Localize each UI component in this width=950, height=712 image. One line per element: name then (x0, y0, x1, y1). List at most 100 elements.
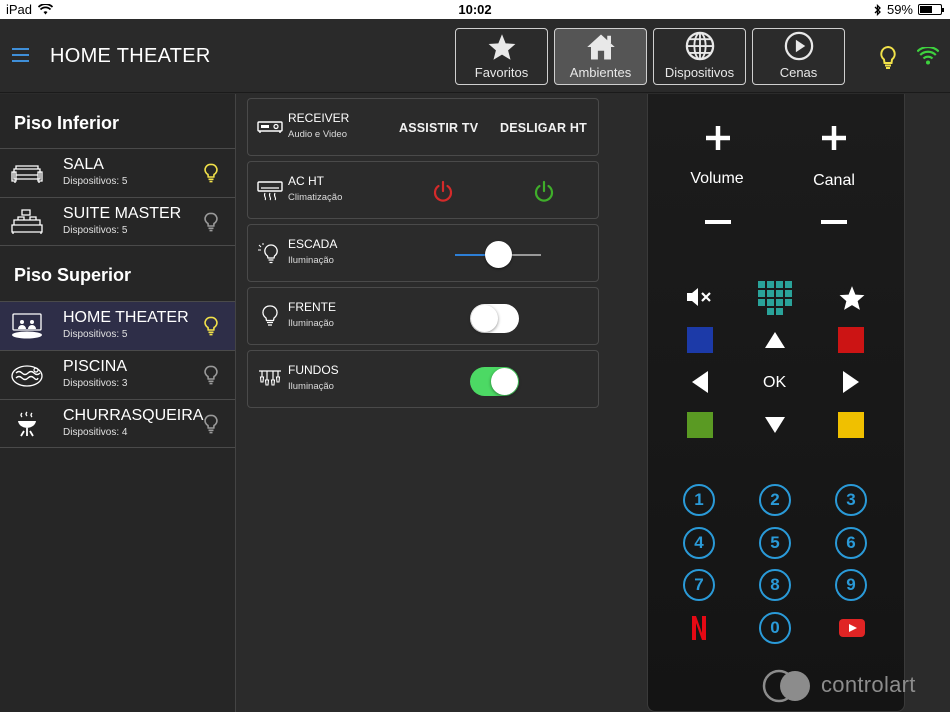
power-off-icon[interactable] (432, 180, 454, 204)
number-1-button[interactable]: 1 (683, 484, 715, 516)
power-on-icon[interactable] (533, 180, 555, 204)
number-8-button[interactable]: 8 (759, 569, 791, 601)
slider-knob[interactable] (485, 241, 512, 268)
room-item-suite-master[interactable]: SUITE MASTER Dispositivos: 5 (0, 197, 235, 246)
bluetooth-icon (874, 3, 881, 16)
arrow-left-icon[interactable] (691, 370, 709, 394)
nav-favoritos-button[interactable]: Favoritos (455, 28, 548, 85)
number-6-button[interactable]: 6 (835, 527, 867, 559)
volume-down-button[interactable] (705, 220, 731, 224)
chandelier-icon (259, 370, 281, 386)
desligar-ht-button[interactable]: DESLIGAR HT (500, 121, 587, 135)
nav-dispositivos-button[interactable]: Dispositivos (653, 28, 746, 85)
pool-icon (11, 365, 43, 387)
device-type: Audio e Video (288, 129, 347, 140)
netflix-icon[interactable] (690, 615, 708, 641)
arrow-right-icon[interactable] (842, 370, 860, 394)
fundos-toggle[interactable] (470, 367, 519, 396)
device-list: RECEIVER Audio e Video ASSISTIR TV DESLI… (247, 98, 599, 413)
home-icon (586, 34, 615, 60)
blue-button[interactable] (687, 327, 713, 353)
device-card-escada: ESCADA Iluminação (247, 224, 599, 282)
numpad-icon[interactable] (758, 281, 792, 315)
assistir-tv-button[interactable]: ASSISTIR TV (399, 121, 478, 135)
battery-icon (918, 4, 944, 15)
play-circle-icon (784, 31, 813, 61)
lightbulb-off-icon[interactable] (204, 365, 218, 385)
ok-button[interactable]: OK (763, 374, 786, 392)
remote-control: Volume Canal OK 1 2 3 4 5 6 7 8 9 0 cont… (647, 94, 915, 712)
nav-label: Dispositivos (664, 65, 735, 80)
lightbulb-on-icon[interactable] (204, 316, 218, 336)
room-name: HOME THEATER (63, 309, 189, 326)
frente-toggle[interactable] (470, 304, 519, 333)
volume-label: Volume (690, 170, 744, 187)
dimmer-bulb-icon (258, 243, 278, 264)
number-7-button[interactable]: 7 (683, 569, 715, 601)
room-item-piscina[interactable]: PISCINA Dispositivos: 3 (0, 350, 235, 399)
grill-icon (18, 411, 36, 437)
toggle-knob (491, 368, 518, 395)
lightbulb-off-icon[interactable] (204, 212, 218, 232)
wifi-connection-icon[interactable] (917, 47, 939, 65)
nav-label: Cenas (779, 65, 818, 80)
room-name: PISCINA (63, 358, 128, 375)
room-item-home-theater[interactable]: HOME THEATER Dispositivos: 5 (0, 301, 235, 350)
number-0-button[interactable]: 0 (759, 612, 791, 644)
nav-cenas-button[interactable]: Cenas (752, 28, 845, 85)
number-3-button[interactable]: 3 (835, 484, 867, 516)
clock: 10:02 (458, 2, 492, 17)
section-title: Piso Inferior (14, 113, 120, 133)
room-device-count: Dispositivos: 5 (63, 225, 128, 236)
room-item-sala[interactable]: SALA Dispositivos: 5 (0, 148, 235, 197)
section-piso-inferior: Piso Inferior SALA Dispositivos: 5 SUITE… (0, 94, 235, 246)
device-name: RECEIVER (288, 111, 350, 125)
number-9-button[interactable]: 9 (835, 569, 867, 601)
section-piso-superior: Piso Superior HOME THEATER Dispositivos:… (0, 246, 235, 448)
nav-label: Ambientes (569, 65, 632, 80)
youtube-icon[interactable] (838, 618, 866, 638)
device-name: FRENTE (288, 300, 336, 314)
favorite-star-icon[interactable] (838, 285, 866, 311)
device-card-receiver: RECEIVER Audio e Video ASSISTIR TV DESLI… (247, 98, 599, 156)
lightbulb-status-icon[interactable] (878, 45, 898, 69)
controlart-logo-icon (762, 669, 810, 703)
lightbulb-off-icon[interactable] (204, 414, 218, 434)
page-title: HOME THEATER (50, 45, 211, 67)
green-button[interactable] (687, 412, 713, 438)
device-card-fundos: FUNDOS Iluminação (247, 350, 599, 408)
mute-icon[interactable] (686, 286, 714, 308)
menu-icon[interactable] (12, 48, 29, 62)
room-name: CHURRASQUEIRA (63, 407, 204, 424)
nav-ambientes-button[interactable]: Ambientes (554, 28, 647, 85)
channel-down-button[interactable] (821, 220, 847, 224)
arrow-down-icon[interactable] (764, 416, 786, 434)
dimmer-slider[interactable] (455, 241, 541, 268)
device-type: Iluminação (288, 381, 334, 392)
room-device-count: Dispositivos: 4 (63, 427, 128, 438)
number-5-button[interactable]: 5 (759, 527, 791, 559)
device-type: Iluminação (288, 255, 334, 266)
device-type: Climatização (288, 192, 343, 203)
lightbulb-on-icon[interactable] (204, 163, 218, 183)
receiver-icon (257, 121, 283, 133)
bulb-icon (262, 305, 278, 326)
channel-label: Canal (813, 172, 855, 189)
room-item-churrasqueira[interactable]: CHURRASQUEIRA Dispositivos: 4 (0, 399, 235, 448)
section-title: Piso Superior (14, 265, 132, 285)
room-name: SALA (63, 156, 104, 173)
volume-up-icon[interactable] (704, 124, 732, 152)
status-bar: iPad 10:02 59% (0, 0, 950, 19)
arrow-up-icon[interactable] (764, 331, 786, 349)
star-icon (488, 34, 515, 60)
channel-up-icon[interactable] (820, 124, 848, 152)
device-name: AC HT (288, 174, 324, 188)
battery-fill (920, 6, 932, 13)
yellow-button[interactable] (838, 412, 864, 438)
red-button[interactable] (838, 327, 864, 353)
number-2-button[interactable]: 2 (759, 484, 791, 516)
device-name: ESCADA (288, 237, 338, 251)
main-nav: Favoritos Ambientes Dispositivos Cenas (455, 28, 845, 85)
number-4-button[interactable]: 4 (683, 527, 715, 559)
brand-name: controlart (821, 672, 916, 697)
